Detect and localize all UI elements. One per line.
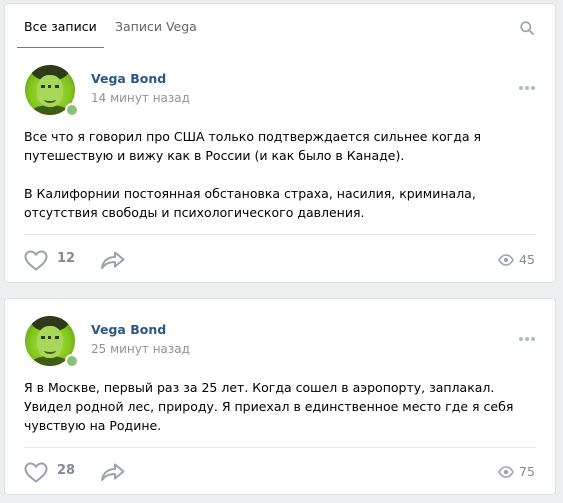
post-author[interactable]: Vega Bond (91, 322, 166, 337)
views-counter: 45 (498, 252, 536, 272)
tab-user-posts[interactable]: Записи Vega (115, 4, 197, 49)
more-icon[interactable] (519, 75, 539, 90)
wall-post: Vega Bond 14 минут назад Все что я говор… (4, 48, 556, 283)
post-text: Я в Москве, первый раз за 25 лет. Когда … (24, 378, 536, 435)
online-indicator (65, 103, 79, 117)
post-author[interactable]: Vega Bond (91, 71, 166, 86)
search-icon[interactable] (520, 21, 534, 35)
like-count: 12 (57, 251, 76, 266)
eye-icon (498, 466, 514, 478)
post-paragraph: Все что я говорил про США только подтвер… (24, 129, 482, 163)
heart-icon (24, 250, 48, 271)
share-icon[interactable] (100, 462, 126, 482)
actions-divider (24, 234, 536, 235)
wall-tabs: Все записи Записи Vega (4, 3, 556, 49)
actions-divider (24, 447, 536, 448)
views-count: 75 (519, 464, 535, 479)
post-paragraph: Я в Москве, первый раз за 25 лет. Когда … (24, 380, 514, 433)
post-text: Все что я говорил про США только подтвер… (24, 127, 536, 222)
post-paragraph: В Калифорнии постоянная обстановка страх… (24, 186, 476, 220)
post-time[interactable]: 14 минут назад (91, 91, 190, 105)
tab-all-posts[interactable]: Все записи (17, 4, 104, 49)
online-indicator (65, 354, 79, 368)
post-time[interactable]: 25 минут назад (91, 342, 190, 356)
views-counter: 75 (498, 464, 536, 484)
heart-icon (24, 462, 48, 483)
like-count: 28 (57, 463, 76, 478)
views-count: 45 (519, 252, 535, 267)
wall-post: Vega Bond 25 минут назад Я в Москве, пер… (4, 298, 556, 495)
more-icon[interactable] (519, 326, 539, 341)
eye-icon (498, 254, 514, 266)
share-icon[interactable] (100, 250, 126, 270)
